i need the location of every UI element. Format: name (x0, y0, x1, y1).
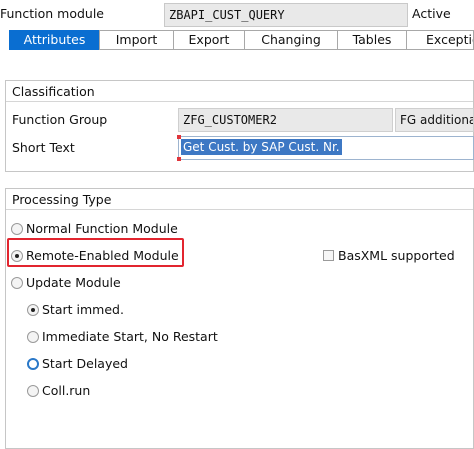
tab-import[interactable]: Import (99, 30, 174, 50)
tab-changing[interactable]: Changing (244, 30, 338, 50)
function-module-label: Function module (0, 6, 104, 21)
radio-coll-run[interactable]: Coll.run (27, 383, 90, 398)
cursor-corner-marker (177, 135, 181, 139)
radio-start-delayed[interactable]: Start Delayed (27, 356, 128, 371)
function-group-description: FG additional I (395, 108, 474, 132)
function-module-name-field[interactable]: ZBAPI_CUST_QUERY (164, 3, 408, 27)
radio-checked-icon[interactable] (27, 303, 39, 316)
processing-type-title: Processing Type (6, 189, 473, 210)
radio-icon[interactable] (11, 222, 23, 235)
status-text: Active (412, 6, 451, 21)
radio-immediate-start-no-restart[interactable]: Immediate Start, No Restart (27, 329, 218, 344)
radio-normal-function-module[interactable]: Normal Function Module (11, 221, 178, 236)
radio-checked-icon[interactable] (11, 249, 23, 262)
tab-exceptions[interactable]: Exceptio (406, 30, 474, 50)
function-group-label: Function Group (12, 112, 108, 127)
checkbox-icon[interactable] (323, 250, 334, 261)
radio-start-immed[interactable]: Start immed. (27, 302, 124, 317)
radio-icon[interactable] (11, 276, 23, 289)
classification-title: Classification (6, 81, 473, 102)
radio-focus-icon[interactable] (27, 357, 39, 370)
radio-icon[interactable] (27, 330, 39, 343)
short-text-selected-value: Get Cust. by SAP Cust. Nr. (181, 139, 342, 155)
radio-update-module[interactable]: Update Module (11, 275, 121, 290)
tab-strip: Attributes Import Export Changing Tables… (0, 30, 474, 50)
radio-remote-enabled-module[interactable]: Remote-Enabled Module (11, 248, 179, 263)
tab-tables[interactable]: Tables (337, 30, 407, 50)
short-text-input[interactable]: Get Cust. by SAP Cust. Nr. (178, 136, 474, 160)
tab-attributes[interactable]: Attributes (9, 30, 100, 50)
short-text-label: Short Text (12, 140, 75, 155)
cursor-corner-marker (177, 157, 181, 161)
checkbox-basxml-supported[interactable]: BasXML supported (323, 248, 455, 263)
radio-icon[interactable] (27, 384, 39, 397)
function-group-field[interactable]: ZFG_CUSTOMER2 (178, 108, 393, 132)
tab-export[interactable]: Export (173, 30, 245, 50)
